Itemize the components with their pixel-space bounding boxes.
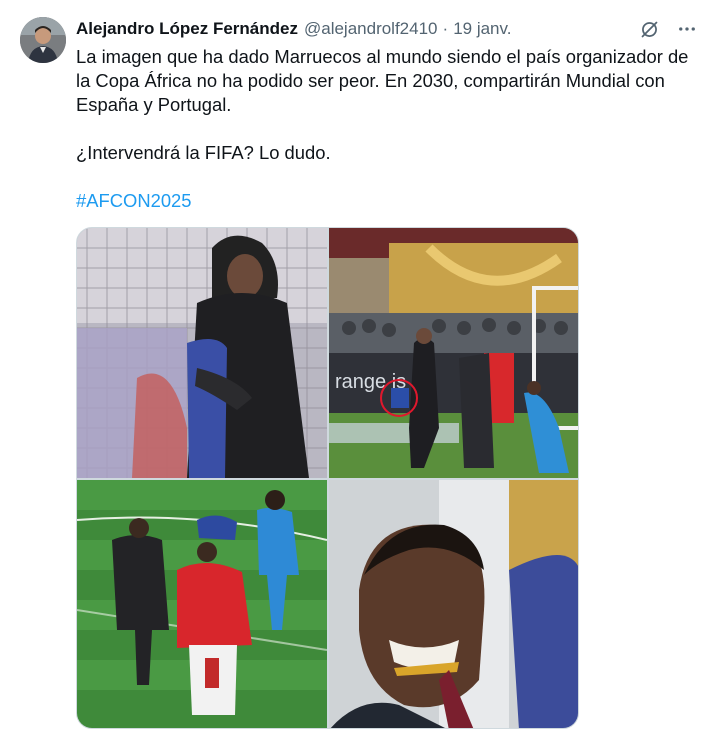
tweet-paragraph-2: ¿Intervendrá la FIFA? Lo dudo. xyxy=(76,142,331,163)
media-photo-3[interactable] xyxy=(77,480,327,728)
avatar[interactable] xyxy=(20,17,66,63)
more-icon[interactable] xyxy=(675,17,699,41)
grok-icon[interactable] xyxy=(637,17,661,41)
media-photo-1[interactable] xyxy=(77,228,327,478)
photo2-banner-text: range is h xyxy=(335,371,423,393)
media-grid: range is h xyxy=(76,227,579,729)
separator-dot: · xyxy=(442,19,449,38)
media-photo-2[interactable]: range is h xyxy=(329,228,578,478)
tweet-actions xyxy=(637,17,699,41)
author-handle[interactable]: @alejandrolf2410 xyxy=(304,19,438,39)
tweet-date[interactable]: 19 janv. xyxy=(453,19,511,39)
media-photo-4[interactable] xyxy=(329,480,578,728)
avatar-image xyxy=(20,17,66,63)
author-name[interactable]: Alejandro López Fernández xyxy=(76,19,298,39)
tweet-header: Alejandro López Fernández @alejandrolf24… xyxy=(76,17,511,41)
tweet-text: La imagen que ha dado Marruecos al mundo… xyxy=(76,45,696,213)
tweet-paragraph-1: La imagen que ha dado Marruecos al mundo… xyxy=(76,46,689,115)
hashtag-link[interactable]: #AFCON2025 xyxy=(76,190,192,211)
tweet-card[interactable]: Alejandro López Fernández @alejandrolf24… xyxy=(0,0,719,733)
